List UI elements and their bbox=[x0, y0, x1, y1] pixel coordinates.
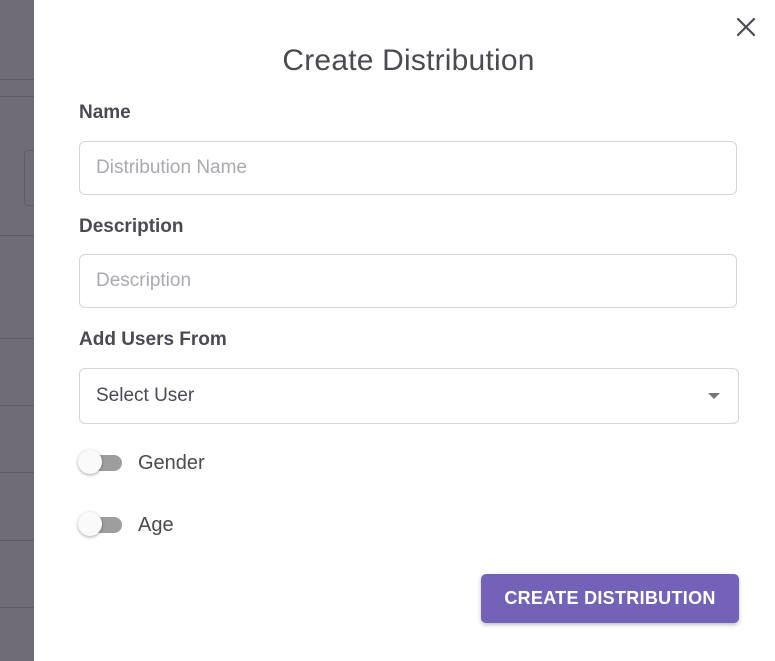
toggle-knob bbox=[78, 450, 102, 474]
backdrop-divider bbox=[0, 338, 34, 339]
gender-toggle[interactable] bbox=[78, 450, 124, 476]
create-distribution-button[interactable]: CREATE DISTRIBUTION bbox=[481, 574, 739, 623]
age-toggle[interactable] bbox=[78, 512, 124, 538]
close-icon bbox=[736, 17, 756, 37]
description-label: Description bbox=[79, 216, 184, 237]
drawer-title: Create Distribution bbox=[282, 44, 535, 77]
name-label: Name bbox=[79, 102, 131, 123]
age-toggle-row: Age bbox=[78, 512, 174, 538]
backdrop-divider bbox=[0, 607, 34, 608]
backdrop-divider bbox=[0, 405, 34, 406]
backdrop-divider bbox=[0, 472, 34, 473]
distribution-name-input[interactable] bbox=[79, 141, 737, 195]
backdrop-divider bbox=[0, 540, 34, 541]
page-backdrop[interactable] bbox=[0, 0, 39, 661]
chevron-down-icon bbox=[708, 393, 720, 399]
backdrop-divider bbox=[0, 235, 34, 236]
description-input[interactable] bbox=[79, 254, 737, 308]
backdrop-divider bbox=[0, 96, 34, 97]
close-button[interactable] bbox=[733, 14, 759, 40]
add-users-from-label: Add Users From bbox=[79, 329, 227, 350]
create-distribution-drawer: Create Distribution Name Description Add… bbox=[34, 0, 775, 661]
age-toggle-label: Age bbox=[138, 513, 174, 536]
gender-toggle-row: Gender bbox=[78, 450, 205, 476]
backdrop-divider bbox=[0, 79, 34, 80]
select-user-value: Select User bbox=[96, 385, 195, 406]
toggle-knob bbox=[78, 512, 102, 536]
gender-toggle-label: Gender bbox=[138, 451, 205, 474]
select-user-dropdown[interactable]: Select User bbox=[79, 368, 739, 424]
